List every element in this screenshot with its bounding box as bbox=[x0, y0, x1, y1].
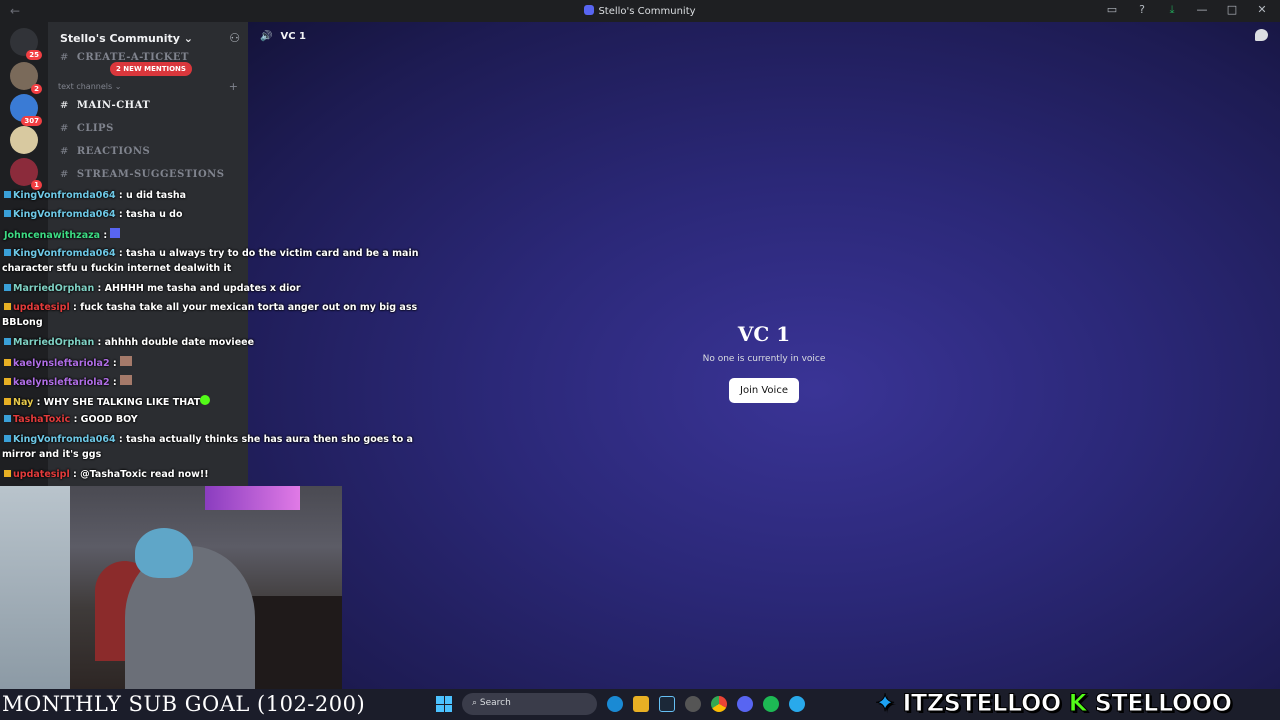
emote-icon bbox=[120, 356, 132, 366]
chrome-icon[interactable] bbox=[711, 696, 727, 712]
server-icon[interactable]: 2 bbox=[10, 62, 42, 94]
badge-icon bbox=[4, 249, 11, 256]
badge-icon bbox=[4, 378, 11, 385]
server-name: Stello's Community ⌄ bbox=[60, 32, 193, 45]
voice-subtitle: No one is currently in voice bbox=[702, 354, 826, 364]
badge-icon bbox=[4, 210, 11, 217]
server-icon[interactable]: 1 bbox=[10, 158, 42, 190]
webcam-tv bbox=[205, 486, 300, 510]
spotify-icon[interactable] bbox=[763, 696, 779, 712]
server-icon[interactable] bbox=[10, 126, 38, 154]
server-icon[interactable]: 307 bbox=[10, 94, 42, 126]
maximize-icon[interactable]: □ bbox=[1224, 3, 1240, 17]
voice-channel-view: 🔊 VC 1 VC 1 No one is currently in voice … bbox=[248, 22, 1280, 690]
edge-icon[interactable] bbox=[607, 696, 623, 712]
webcam-feed bbox=[0, 486, 342, 689]
chat-message: Johncenawithzaza : bbox=[4, 228, 122, 241]
chat-message: kaelynsleftariola2 : bbox=[4, 375, 134, 388]
twitter-icon: ✦ bbox=[875, 689, 896, 718]
badge-icon bbox=[4, 470, 11, 477]
chat-message: KingVonfromda064 : tasha actually thinks… bbox=[2, 434, 413, 460]
kick-handle: STELLOOO bbox=[1094, 689, 1233, 718]
category-label[interactable]: text channels ⌄ bbox=[58, 82, 121, 91]
chat-icon[interactable] bbox=[1255, 29, 1268, 41]
window-title: Stello's Community bbox=[0, 5, 1280, 17]
badge-icon bbox=[4, 359, 11, 366]
steam-icon[interactable] bbox=[659, 696, 675, 712]
file-explorer-icon[interactable] bbox=[633, 696, 649, 712]
emote-icon bbox=[110, 228, 121, 238]
channel-stream-suggestions[interactable]: # STREAM-SUGGESTIONS bbox=[60, 169, 225, 180]
minimize-icon[interactable]: — bbox=[1194, 3, 1210, 17]
channel-header: 🔊 VC 1 bbox=[260, 31, 306, 42]
add-member-icon[interactable]: ⚇ bbox=[229, 31, 240, 45]
kick-icon: K bbox=[1068, 689, 1088, 718]
emote-icon bbox=[200, 395, 211, 405]
chat-message: TashaToxic : GOOD BOY bbox=[4, 414, 138, 425]
webcam-window bbox=[0, 486, 70, 689]
app-logo-icon bbox=[584, 5, 595, 15]
voice-title: VC 1 bbox=[737, 322, 791, 346]
telegram-icon[interactable] bbox=[789, 696, 805, 712]
chat-message: KingVonfromda064 : tasha u always try to… bbox=[2, 248, 419, 274]
obs-icon[interactable] bbox=[685, 696, 701, 712]
join-voice-button[interactable]: Join Voice bbox=[729, 378, 799, 403]
webcam-head bbox=[135, 528, 193, 578]
add-channel-icon[interactable]: + bbox=[229, 80, 238, 93]
close-icon[interactable]: ✕ bbox=[1254, 3, 1270, 17]
chat-message: kaelynsleftariola2 : bbox=[4, 356, 134, 369]
speaker-icon: 🔊 bbox=[260, 31, 273, 42]
stream-bottom-bar: MONTHLY SUB GOAL (102-200) ⌕ Search ✦ IT… bbox=[0, 689, 1280, 720]
channel-clips[interactable]: # CLIPS bbox=[60, 123, 114, 134]
badge-icon bbox=[4, 435, 11, 442]
badge-icon bbox=[4, 191, 11, 198]
voice-empty-state: VC 1 No one is currently in voice Join V… bbox=[248, 322, 1280, 403]
chat-message: MarriedOrphan : ahhhh double date moviee… bbox=[4, 337, 254, 348]
discord-icon[interactable] bbox=[737, 696, 753, 712]
chat-message: Nay : WHY SHE TALKING LIKE THAT bbox=[4, 395, 212, 408]
badge-icon bbox=[4, 415, 11, 422]
download-icon[interactable]: ⤓ bbox=[1164, 3, 1180, 17]
home-discord-icon[interactable]: 25 bbox=[10, 28, 42, 60]
windows-taskbar: ⌕ Search bbox=[436, 693, 805, 715]
channel-reactions[interactable]: # REACTIONS bbox=[60, 146, 150, 157]
social-handles: ✦ ITZSTELLOO K STELLOOO bbox=[875, 689, 1233, 718]
windows-start-icon[interactable] bbox=[436, 696, 452, 712]
new-mentions-badge[interactable]: 2 NEW MENTIONS bbox=[110, 62, 192, 76]
twitter-handle: ITZSTELLOO bbox=[902, 689, 1062, 718]
emote-icon bbox=[120, 375, 132, 385]
badge-icon bbox=[4, 284, 11, 291]
chat-message: updatesipl : fuck tasha take all your me… bbox=[2, 302, 418, 328]
channel-main-chat[interactable]: # MAIN-CHAT bbox=[60, 100, 150, 111]
chat-message: KingVonfromda064 : u did tasha bbox=[4, 190, 186, 201]
chat-message: MarriedOrphan : AHHHH me tasha and updat… bbox=[4, 283, 301, 294]
inbox-icon[interactable]: ▭ bbox=[1104, 3, 1120, 17]
taskbar-search[interactable]: ⌕ Search bbox=[462, 693, 597, 715]
title-bar: ← Stello's Community ▭ ? ⤓ — □ ✕ bbox=[0, 0, 1280, 22]
badge-icon bbox=[4, 398, 11, 405]
sub-goal-text: MONTHLY SUB GOAL (102-200) bbox=[2, 692, 366, 716]
server-header[interactable]: Stello's Community ⌄ ⚇ bbox=[48, 22, 248, 52]
help-icon[interactable]: ? bbox=[1134, 3, 1150, 17]
badge-icon bbox=[4, 338, 11, 345]
chat-message: KingVonfromda064 : tasha u do bbox=[4, 209, 183, 220]
badge-icon bbox=[4, 303, 11, 310]
chat-message: updatesipl : @TashaToxic read now!! bbox=[4, 469, 209, 480]
